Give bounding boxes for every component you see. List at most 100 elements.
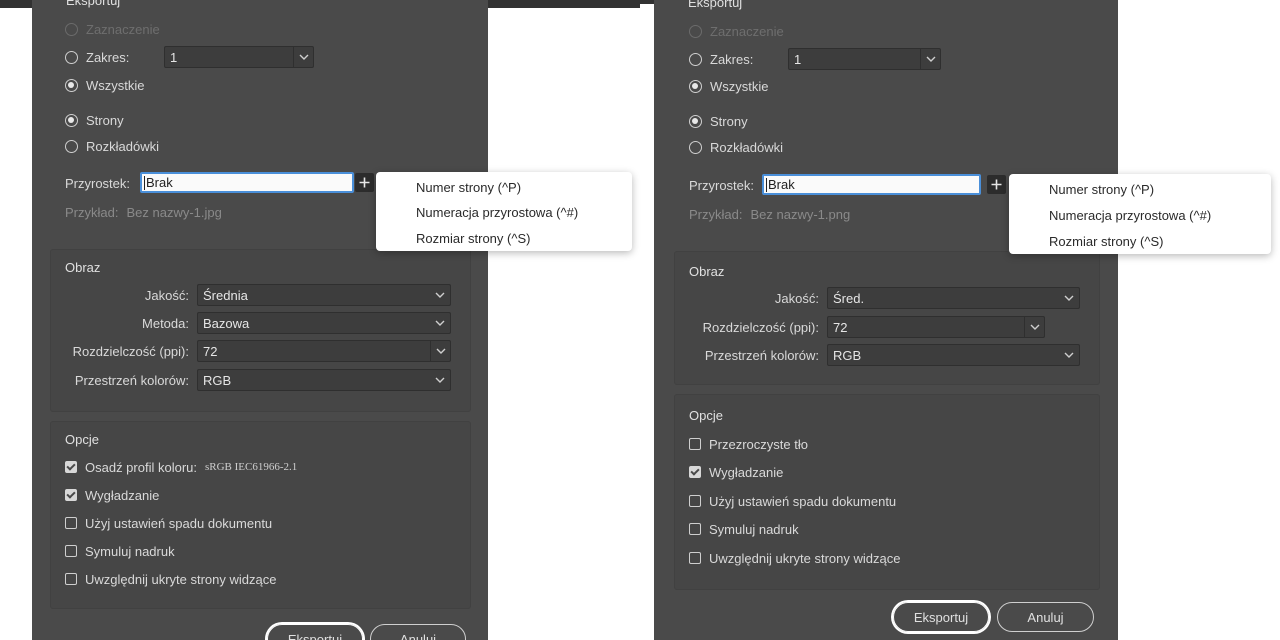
- checkbox-box: [689, 438, 701, 450]
- section-title: Obraz: [65, 260, 101, 275]
- radio-range[interactable]: Zakres:: [689, 51, 753, 67]
- radio-circle: [689, 24, 702, 38]
- plus-icon[interactable]: [987, 175, 1006, 194]
- suffix-input[interactable]: Brak: [140, 172, 354, 193]
- colorspace-value: RGB: [833, 347, 862, 363]
- checkbox-label: Użyj ustawień spadu dokumentu: [85, 515, 273, 531]
- chevron-down-icon: [430, 285, 450, 305]
- checkbox-bleed[interactable]: Użyj ustawień spadu dokumentu: [65, 515, 272, 531]
- checkbox-antialias[interactable]: Wygładzanie: [65, 487, 159, 503]
- checkbox-label: Użyj ustawień spadu dokumentu: [709, 493, 897, 509]
- checkbox-hidden-pages[interactable]: Uwzględnij ukryte strony widzące: [689, 550, 900, 566]
- radio-spreads[interactable]: Rozkładówki: [65, 138, 159, 154]
- radio-label: Strony: [86, 112, 124, 128]
- quality-select[interactable]: Średnia: [197, 284, 451, 306]
- chevron-down-icon[interactable]: [920, 49, 940, 69]
- chevron-down-icon[interactable]: [293, 47, 313, 67]
- range-field[interactable]: 1: [788, 48, 941, 70]
- checkbox-antialias[interactable]: Wygładzanie: [689, 464, 783, 480]
- menu-item-page-number[interactable]: Numer strony (^P): [1049, 182, 1154, 197]
- section-title: Opcje: [65, 432, 99, 447]
- example-text: Przykład: Bez nazwy-1.png: [689, 207, 850, 222]
- checkbox-hidden-pages[interactable]: Uwzględnij ukryte strony widzące: [65, 571, 276, 587]
- menu-item-page-size[interactable]: Rozmiar strony (^S): [416, 231, 530, 246]
- checkbox-box: [65, 517, 77, 529]
- chevron-down-icon[interactable]: [430, 341, 450, 361]
- radio-label: Zaznaczenie: [86, 21, 160, 37]
- range-value: 1: [794, 51, 802, 67]
- profile-name: sRGB IEC61966-2.1: [205, 461, 298, 473]
- export-button[interactable]: Eksportuj: [267, 624, 363, 640]
- cancel-button[interactable]: Anuluj: [370, 624, 466, 640]
- resolution-select[interactable]: 72: [827, 316, 1045, 338]
- checkbox-overprint[interactable]: Symuluj nadruk: [65, 543, 175, 559]
- radio-range[interactable]: Zakres:: [65, 49, 129, 65]
- radio-spreads[interactable]: Rozkładówki: [689, 139, 783, 155]
- radio-all[interactable]: Wszystkie: [689, 78, 769, 94]
- colorspace-select[interactable]: RGB: [827, 344, 1080, 366]
- radio-circle: [65, 139, 78, 153]
- radio-pages[interactable]: Strony: [65, 112, 124, 128]
- quality-select[interactable]: Śred.: [827, 287, 1080, 309]
- cancel-button[interactable]: Anuluj: [997, 602, 1094, 632]
- plus-icon[interactable]: [355, 173, 374, 192]
- suffix-label: Przyrostek:: [689, 178, 755, 193]
- suffix-value: Brak: [146, 175, 173, 190]
- colorspace-value: RGB: [203, 372, 232, 388]
- colorspace-label: Przestrzeń kolorów:: [704, 348, 819, 363]
- radio-all[interactable]: Wszystkie: [65, 77, 145, 93]
- checkbox-label: Uwzględnij ukryte strony widzące: [85, 571, 277, 587]
- range-field[interactable]: 1: [164, 46, 314, 68]
- checkbox-label: Osadź profil koloru:: [85, 459, 197, 475]
- export-dialog-png: Eksportuj Zaznaczenie Zakres: 1 Wszystki…: [654, 0, 1118, 640]
- radio-circle: [689, 114, 702, 128]
- export-button[interactable]: Eksportuj: [893, 602, 989, 632]
- resolution-select[interactable]: 72: [197, 340, 451, 362]
- radio-circle: [65, 50, 78, 64]
- method-select[interactable]: Bazowa: [197, 312, 451, 334]
- radio-circle: [65, 22, 78, 36]
- export-dialog-jpg: Eksportuj Zaznaczenie Zakres: 1 Wszystki…: [32, 0, 488, 640]
- radio-selection[interactable]: Zaznaczenie: [65, 21, 160, 37]
- radio-label: Zakres:: [86, 49, 130, 65]
- checkbox-box: [689, 495, 701, 507]
- checkbox-bleed[interactable]: Użyj ustawień spadu dokumentu: [689, 493, 896, 509]
- checkbox-box: [689, 552, 701, 564]
- menu-item-incremental-numbering[interactable]: Numeracja przyrostowa (^#): [1049, 208, 1211, 223]
- radio-pages[interactable]: Strony: [689, 113, 748, 129]
- checkbox-label: Uwzględnij ukryte strony widzące: [709, 550, 901, 566]
- method-label: Metoda:: [142, 316, 189, 331]
- checkbox-box: [689, 523, 701, 535]
- checkbox-box: [65, 489, 77, 501]
- suffix-menu: Numer strony (^P) Numeracja przyrostowa …: [376, 172, 632, 251]
- resolution-label: Rozdzielczość (ppi):: [72, 344, 189, 359]
- resolution-value: 72: [833, 319, 848, 335]
- radio-label: Strony: [710, 113, 748, 129]
- radio-selection[interactable]: Zaznaczenie: [689, 23, 784, 39]
- example-label: Przykład:: [689, 207, 743, 222]
- text-caret: [766, 177, 767, 192]
- dialog-title: Eksportuj: [688, 0, 743, 10]
- checkbox-label: Symuluj nadruk: [709, 521, 799, 537]
- checkbox-overprint[interactable]: Symuluj nadruk: [689, 521, 799, 537]
- quality-label: Jakość:: [144, 288, 189, 303]
- example-label: Przykład:: [65, 205, 119, 220]
- checkbox-box: [65, 461, 77, 473]
- radio-label: Wszystkie: [86, 77, 145, 93]
- suffix-value: Brak: [768, 177, 795, 192]
- colorspace-select[interactable]: RGB: [197, 369, 451, 391]
- suffix-input[interactable]: Brak: [762, 174, 981, 195]
- checkbox-label: Symuluj nadruk: [85, 543, 175, 559]
- chevron-down-icon[interactable]: [1024, 317, 1044, 337]
- menu-item-page-size[interactable]: Rozmiar strony (^S): [1049, 234, 1163, 249]
- checkbox-embed-profile[interactable]: Osadź profil koloru: sRGB IEC61966-2.1: [65, 459, 297, 475]
- menu-item-page-number[interactable]: Numer strony (^P): [416, 180, 521, 195]
- checkbox-box: [689, 466, 701, 478]
- checkbox-transparent[interactable]: Przezroczyste tło: [689, 436, 808, 452]
- menu-item-incremental-numbering[interactable]: Numeracja przyrostowa (^#): [416, 205, 578, 220]
- quality-value: Śred.: [833, 290, 865, 306]
- example-value: Bez nazwy-1.png: [750, 207, 851, 222]
- radio-label: Rozkładówki: [86, 138, 159, 154]
- quality-label: Jakość:: [774, 291, 819, 306]
- resolution-label: Rozdzielczość (ppi):: [702, 320, 819, 335]
